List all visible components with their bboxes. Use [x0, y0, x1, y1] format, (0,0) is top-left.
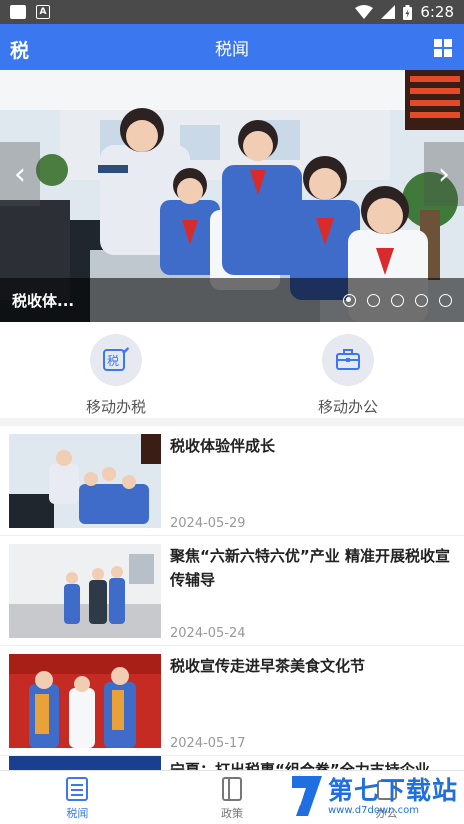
- mobile-office-button[interactable]: 移动办公: [232, 322, 464, 418]
- app-notification-icon: A: [36, 5, 50, 19]
- news-title: 税收体验伴成长: [170, 437, 276, 455]
- nav-label: 政策: [221, 807, 243, 820]
- mobile-tax-button[interactable]: 税 移动办税: [0, 322, 232, 418]
- banner-caption: 税收体...: [12, 291, 75, 310]
- app-header: 税 税闻: [0, 24, 464, 70]
- quick-action-label: 移动办公: [317, 398, 378, 416]
- wifi-icon: [355, 5, 374, 19]
- news-thumbnail: [9, 544, 161, 638]
- watermark-url: www.d7down.com: [327, 804, 420, 816]
- carousel-prev-button[interactable]: ‹: [0, 142, 40, 206]
- notification-icon: [10, 5, 26, 19]
- quick-actions: 税 移动办税 移动办公: [0, 322, 464, 426]
- banner-caption-bar: 税收体...: [0, 278, 464, 322]
- news-list-item[interactable]: 聚焦“六新六特六优”产业 精准开展税收宣传辅导 2024-05-24: [0, 536, 464, 646]
- svg-text:税: 税: [107, 354, 119, 368]
- news-date: 2024-05-24: [170, 626, 246, 641]
- tax-pen-icon: 税: [90, 334, 142, 386]
- carousel-next-button[interactable]: ›: [424, 142, 464, 206]
- watermark-logo: 第七下载站 www.d7down.com: [288, 774, 458, 818]
- policy-book-icon: [222, 777, 242, 801]
- signal-icon: [381, 5, 396, 19]
- news-list: 税收体验伴成长 2024-05-29 聚焦“六新六特六优”产业 精准开展税收宣传…: [0, 426, 464, 792]
- carousel-dot[interactable]: [415, 293, 428, 307]
- carousel-dot[interactable]: [439, 293, 452, 307]
- news-thumbnail: [9, 434, 161, 528]
- watermark-7-icon: [291, 776, 322, 816]
- briefcase-icon: [322, 334, 374, 386]
- banner-carousel[interactable]: ‹ › 税收体...: [0, 70, 464, 322]
- carousel-dot[interactable]: [391, 293, 404, 307]
- tax-logo-icon[interactable]: 税: [10, 36, 29, 63]
- nav-label: 税闻: [66, 807, 89, 820]
- news-list-item[interactable]: 税收体验伴成长 2024-05-29: [0, 426, 464, 536]
- carousel-indicator: [343, 293, 452, 307]
- bottom-nav: 税闻 政策 办公 第七下载站 www.d7down.com: [0, 770, 464, 824]
- carousel-dot[interactable]: [343, 293, 356, 307]
- watermark-title: 第七下载站: [327, 775, 458, 805]
- news-list-item[interactable]: 税收宣传走进早茶美食文化节 2024-05-17: [0, 646, 464, 756]
- page-title: 税闻: [215, 39, 249, 60]
- app-screen: A 6:28 税 税闻 ‹ › 税收体... 税 移动办税 移动办公 税收体验伴…: [0, 0, 464, 824]
- grid-menu-icon[interactable]: [434, 39, 452, 57]
- news-title: 聚焦“六新六特六优”产业 精准开展税收宣传辅导: [170, 547, 450, 589]
- news-title: 税收宣传走进早茶美食文化节: [170, 657, 366, 675]
- news-thumbnail: [9, 654, 161, 748]
- news-date: 2024-05-29: [170, 516, 246, 531]
- carousel-dot[interactable]: [367, 293, 380, 307]
- news-date: 2024-05-17: [170, 736, 246, 751]
- nav-tab-news[interactable]: 税闻: [0, 771, 155, 824]
- status-time: 6:28: [420, 3, 454, 21]
- nav-tab-policy[interactable]: 政策: [155, 771, 310, 824]
- quick-action-label: 移动办税: [85, 398, 146, 416]
- news-icon: [66, 777, 89, 801]
- status-bar: A 6:28: [0, 0, 464, 24]
- battery-icon: [403, 4, 413, 20]
